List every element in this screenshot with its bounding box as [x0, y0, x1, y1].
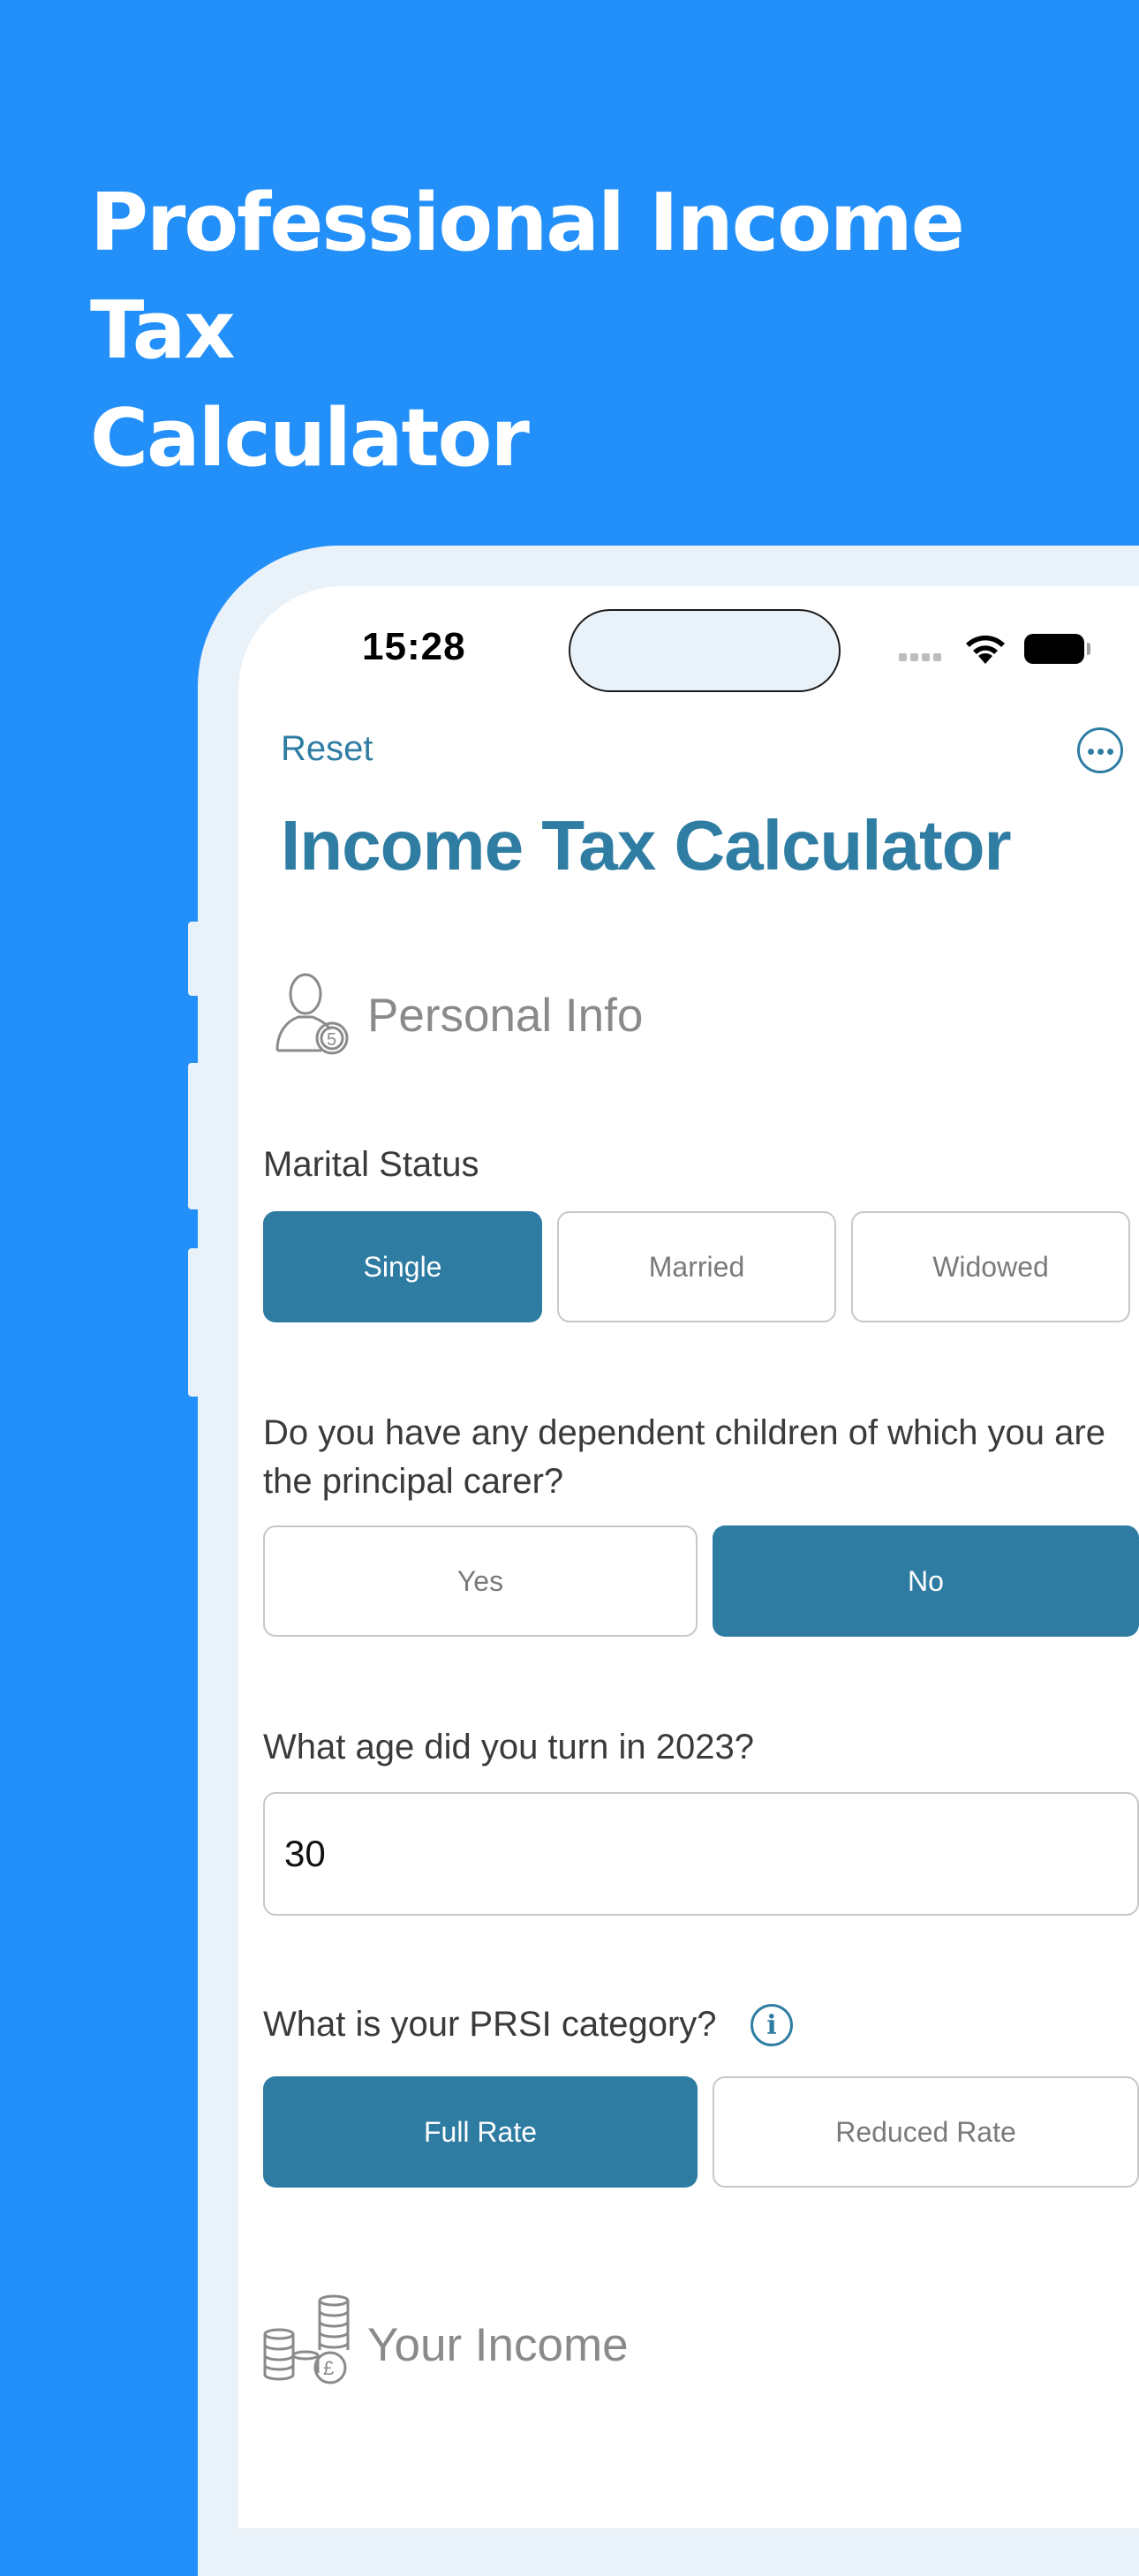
age-input[interactable]: 30 [263, 1792, 1139, 1916]
prsi-reduced-rate-option[interactable]: Reduced Rate [713, 2076, 1139, 2188]
personal-info-title: Personal Info [367, 990, 644, 1042]
battery-tip [1087, 643, 1090, 655]
cellular-signal-icon [899, 650, 948, 662]
marital-married-option[interactable]: Married [557, 1211, 836, 1322]
page-title: Income Tax Calculator [281, 806, 1012, 885]
prsi-full-rate-option[interactable]: Full Rate [263, 2076, 698, 2188]
marketing-headline: Professional Income Tax Calculator [90, 169, 1044, 493]
status-time: 15:28 [362, 625, 466, 668]
dynamic-island [569, 609, 841, 692]
age-question-label: What age did you turn in 2023? [263, 1728, 754, 1766]
phone-action-button [188, 922, 200, 996]
headline-line-1: Professional Income Tax [90, 177, 965, 377]
battery-icon [1024, 634, 1084, 664]
headline-line-2: Calculator [90, 392, 530, 485]
marital-widowed-option[interactable]: Widowed [851, 1211, 1130, 1322]
svg-text:£: £ [323, 2357, 334, 2379]
children-yes-option[interactable]: Yes [263, 1525, 698, 1637]
ellipsis-circle-icon[interactable] [1077, 727, 1123, 773]
phone-volume-up-button [188, 1063, 200, 1209]
person-badge-icon: 5 [268, 969, 353, 1062]
marital-single-option[interactable]: Single [263, 1211, 542, 1322]
svg-text:5: 5 [327, 1030, 336, 1050]
coins-pound-icon: £ [261, 2294, 351, 2391]
your-income-title: Your Income [367, 2319, 629, 2371]
marital-status-label: Marital Status [263, 1145, 479, 1184]
info-circle-icon[interactable]: i [751, 2004, 793, 2046]
prsi-question-label: What is your PRSI category? [263, 2005, 717, 2044]
phone-volume-down-button [188, 1248, 200, 1397]
children-no-option[interactable]: No [713, 1525, 1139, 1637]
wifi-icon [962, 630, 1008, 670]
reset-button[interactable]: Reset [281, 729, 373, 769]
children-question-label: Do you have any dependent children of wh… [263, 1413, 1105, 1501]
